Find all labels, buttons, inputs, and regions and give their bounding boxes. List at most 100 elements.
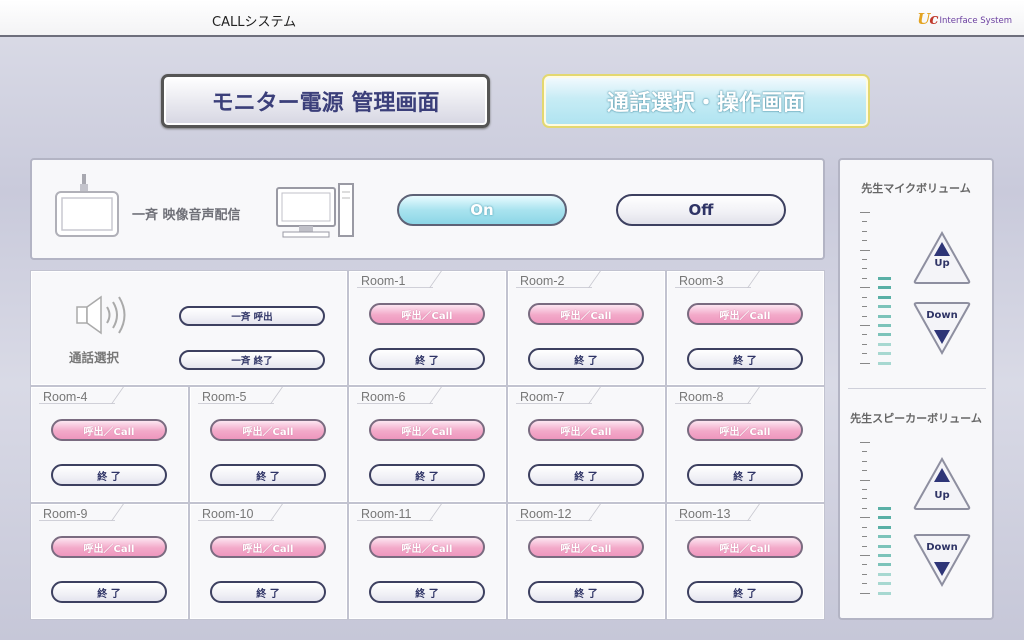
meter-tick <box>860 363 870 364</box>
room-name: Room-12 <box>520 507 572 521</box>
meter-tick <box>860 287 870 288</box>
volume-divider <box>848 388 986 389</box>
room-name: Room-13 <box>679 507 731 521</box>
monitor-power-screen-button[interactable]: モニター電源 管理画面 <box>161 74 490 128</box>
room-cell-2: Room-2 呼出／Call 終 了 <box>507 270 666 386</box>
mic-volume-down-button[interactable] <box>912 300 972 356</box>
room-grid: 通話選択 一斉 呼出 一斉 終了 Room-1 呼出／Call 終 了 Room… <box>30 270 825 620</box>
room-name: Room-9 <box>43 507 88 521</box>
meter-tick <box>862 297 867 298</box>
room-call-button[interactable]: 呼出／Call <box>528 303 644 325</box>
meter-tick <box>862 498 867 499</box>
room-call-button[interactable]: 呼出／Call <box>687 419 803 441</box>
meter-tick <box>862 316 867 317</box>
room-cell-13: Room-13 呼出／Call 終 了 <box>666 503 825 620</box>
title-bar: CALLシステム Uc Interface System <box>0 0 1024 37</box>
room-call-button[interactable]: 呼出／Call <box>528 419 644 441</box>
speaker-volume-down-button[interactable] <box>912 532 972 588</box>
desktop-pc-icon <box>276 183 354 238</box>
room-end-button[interactable]: 終 了 <box>51 464 167 486</box>
room-end-button[interactable]: 終 了 <box>687 348 803 370</box>
meter-tick <box>862 489 867 490</box>
meter-level-bar <box>878 343 891 346</box>
room-name: Room-2 <box>520 274 565 288</box>
room-call-button[interactable]: 呼出／Call <box>51 536 167 558</box>
room-name: Room-4 <box>43 390 88 404</box>
meter-level-bar <box>878 296 891 299</box>
meter-tick <box>862 536 867 537</box>
room-name: Room-8 <box>679 390 724 404</box>
room-end-button[interactable]: 終 了 <box>369 464 485 486</box>
room-call-button[interactable]: 呼出／Call <box>528 536 644 558</box>
room-name: Room-10 <box>202 507 254 521</box>
room-end-button[interactable]: 終 了 <box>687 464 803 486</box>
meter-tick <box>860 480 870 481</box>
meter-level-bar <box>878 305 891 308</box>
call-select-screen-button[interactable]: 通話選択・操作画面 <box>542 74 870 128</box>
all-end-button[interactable]: 一斉 終了 <box>179 350 325 370</box>
room-end-button[interactable]: 終 了 <box>528 348 644 370</box>
room-name: Room-7 <box>520 390 565 404</box>
meter-level-bar <box>878 535 891 538</box>
meter-tick <box>862 508 867 509</box>
speaker-volume-meter <box>860 442 896 602</box>
room-cell-3: Room-3 呼出／Call 終 了 <box>666 270 825 386</box>
meter-tick <box>862 461 867 462</box>
meter-level-bar <box>878 592 891 595</box>
meter-level-bar <box>878 507 891 510</box>
meter-tick <box>862 231 867 232</box>
room-name: Room-5 <box>202 390 247 404</box>
meter-tick <box>860 593 870 594</box>
tablet-icon <box>55 174 119 237</box>
room-call-button[interactable]: 呼出／Call <box>369 303 485 325</box>
meter-tick <box>862 583 867 584</box>
meter-level-bar <box>878 526 891 529</box>
meter-level-bar <box>878 286 891 289</box>
room-call-button[interactable]: 呼出／Call <box>687 536 803 558</box>
room-call-button[interactable]: 呼出／Call <box>369 536 485 558</box>
meter-level-bar <box>878 324 891 327</box>
meter-level-bar <box>878 582 891 585</box>
speaker-volume-up-button[interactable] <box>912 456 972 512</box>
meter-tick <box>860 325 870 326</box>
meter-level-bar <box>878 573 891 576</box>
room-call-button[interactable]: 呼出／Call <box>687 303 803 325</box>
meter-tick <box>862 268 867 269</box>
room-cell-6: Room-6 呼出／Call 終 了 <box>348 386 507 503</box>
room-end-button[interactable]: 終 了 <box>687 581 803 603</box>
speaker-volume-title: 先生スピーカーボリューム <box>850 412 982 425</box>
room-end-button[interactable]: 終 了 <box>369 581 485 603</box>
speaker-up-label: Up <box>934 490 950 501</box>
all-call-button[interactable]: 一斉 呼出 <box>179 306 325 326</box>
broadcast-panel: 一斉 映像音声配信 On Off <box>30 158 825 260</box>
speaker-icon <box>76 295 126 335</box>
logo-text: Interface System <box>939 16 1012 26</box>
room-call-button[interactable]: 呼出／Call <box>210 536 326 558</box>
meter-level-bar <box>878 563 891 566</box>
volume-panel: 先生マイクボリューム Up Down 先生スピーカーボリューム Up Down <box>838 158 994 620</box>
mic-volume-meter <box>860 212 896 372</box>
broadcast-on-button[interactable]: On <box>397 194 567 226</box>
room-end-button[interactable]: 終 了 <box>528 464 644 486</box>
meter-tick <box>862 470 867 471</box>
broadcast-off-button[interactable]: Off <box>616 194 786 226</box>
call-select-label: 通話選択 <box>69 350 120 365</box>
room-cell-9: Room-9 呼出／Call 終 了 <box>30 503 189 620</box>
room-end-button[interactable]: 終 了 <box>369 348 485 370</box>
room-cell-5: Room-5 呼出／Call 終 了 <box>189 386 348 503</box>
room-end-button[interactable]: 終 了 <box>210 581 326 603</box>
room-cell-11: Room-11 呼出／Call 終 了 <box>348 503 507 620</box>
room-end-button[interactable]: 終 了 <box>51 581 167 603</box>
meter-tick <box>860 212 870 213</box>
room-call-button[interactable]: 呼出／Call <box>210 419 326 441</box>
room-call-button[interactable]: 呼出／Call <box>369 419 485 441</box>
meter-tick <box>862 574 867 575</box>
broadcast-label: 一斉 映像音声配信 <box>132 208 241 223</box>
meter-tick <box>862 546 867 547</box>
meter-tick <box>862 451 867 452</box>
meter-level-bar <box>878 333 891 336</box>
room-end-button[interactable]: 終 了 <box>528 581 644 603</box>
room-cell-4: Room-4 呼出／Call 終 了 <box>30 386 189 503</box>
room-end-button[interactable]: 終 了 <box>210 464 326 486</box>
room-call-button[interactable]: 呼出／Call <box>51 419 167 441</box>
